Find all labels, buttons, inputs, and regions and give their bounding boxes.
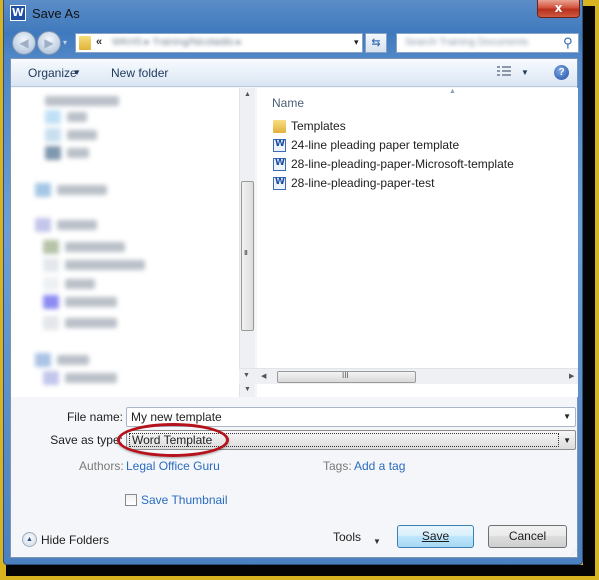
navigation-pane: ▲ III ▼	[11, 88, 255, 397]
chevron-down-icon[interactable]: ▼	[563, 436, 571, 445]
resize-grip[interactable]: ⋰	[571, 549, 577, 556]
file-name: 28-line-pleading-paper-test	[291, 176, 435, 190]
sort-ascending-icon: ▲	[449, 88, 456, 95]
help-icon[interactable]: ?	[554, 65, 569, 80]
file-name: 24-line pleading paper template	[291, 138, 460, 152]
window-shadow-right	[583, 6, 595, 576]
tags-label: Tags:	[323, 459, 352, 473]
window-title: Save As	[32, 6, 80, 21]
arrow-right-icon: ▶	[44, 36, 54, 50]
close-button[interactable]: x	[537, 0, 580, 18]
address-bar[interactable]: « WKHS ▸ Training/Nicolaidis ▸ ▾	[75, 33, 363, 53]
column-header-name[interactable]: Name	[272, 96, 304, 110]
scrollbar-grip: III	[342, 371, 349, 380]
authors-label: Authors:	[79, 459, 124, 473]
tools-button[interactable]: Tools	[333, 530, 361, 544]
scrollbar-grip: III	[244, 250, 248, 257]
file-name: Templates	[291, 119, 346, 133]
list-item[interactable]: Templates	[273, 118, 563, 137]
scroll-down-button[interactable]: ▼	[244, 386, 251, 393]
file-list-pane: ▲ Name Templates 24-line pleading paper …	[257, 88, 578, 397]
cancel-button[interactable]: Cancel	[488, 525, 567, 548]
save-button-label: Save	[421, 529, 450, 543]
search-icon[interactable]: ⚲	[563, 35, 573, 51]
view-options-dropdown[interactable]: ▼	[521, 68, 529, 77]
organize-button[interactable]: Organize	[28, 66, 77, 80]
arrow-left-icon: ◀	[19, 36, 29, 50]
word-document-icon	[273, 177, 286, 190]
folder-icon	[79, 36, 91, 50]
address-path: WKHS ▸ Training/Nicolaidis ▸	[112, 37, 242, 48]
horizontal-scrollbar[interactable]: ▼ ◀ III ▶	[239, 368, 578, 384]
file-name-dropdown[interactable]: ▼	[563, 412, 571, 421]
address-overflow-chevron[interactable]: «	[96, 36, 102, 48]
search-input[interactable]: Search Training Documents ⚲	[396, 33, 579, 53]
scrollbar-thumb[interactable]: III	[277, 371, 416, 383]
word-document-icon	[273, 158, 286, 171]
save-as-type-label: Save as type:	[50, 433, 123, 447]
command-bar: Organize ▼ New folder ▼ ?	[11, 59, 577, 87]
chevron-down-icon: ▼	[73, 68, 81, 77]
add-tag-link[interactable]: Add a tag	[354, 459, 405, 473]
save-thumbnail-label[interactable]: Save Thumbnail	[141, 493, 228, 507]
address-dropdown-button[interactable]: ▾	[354, 37, 359, 48]
view-options-icon[interactable]	[497, 66, 511, 78]
save-button[interactable]: Save	[397, 525, 474, 548]
refresh-icon: ⇆	[371, 37, 381, 49]
chevron-down-icon[interactable]: ▼	[373, 537, 381, 546]
scroll-right-button[interactable]: ▶	[569, 372, 574, 380]
forward-button[interactable]: ▶	[37, 31, 61, 55]
file-name: 28-line-pleading-paper-Microsoft-templat…	[291, 157, 514, 171]
file-name-label: File name:	[66, 410, 123, 424]
save-as-type-select[interactable]: Word Template ▼	[126, 430, 576, 450]
refresh-button[interactable]: ⇆	[365, 33, 387, 53]
hide-folders-button[interactable]: Hide Folders	[41, 533, 109, 547]
recent-locations-button[interactable]: ▾	[63, 38, 67, 47]
save-as-type-value: Word Template	[129, 433, 559, 447]
save-thumbnail-checkbox[interactable]	[125, 494, 137, 506]
folder-icon	[273, 120, 286, 133]
list-item[interactable]: 28-line-pleading-paper-Microsoft-templat…	[273, 156, 563, 175]
back-button[interactable]: ◀	[12, 31, 36, 55]
list-item[interactable]: 28-line-pleading-paper-test	[273, 175, 563, 194]
scroll-up-button[interactable]: ▲	[244, 91, 251, 98]
new-folder-button[interactable]: New folder	[111, 66, 168, 80]
navigation-pane-scrollbar[interactable]: ▲ III ▼	[239, 88, 255, 397]
file-name-value: My new template	[131, 410, 222, 424]
scrollbar-thumb[interactable]: III	[241, 181, 254, 331]
title-bar[interactable]: W Save As x	[4, 0, 582, 28]
file-name-input[interactable]: My new template ▼	[126, 407, 576, 427]
authors-value[interactable]: Legal Office Guru	[126, 459, 220, 473]
search-placeholder: Search Training Documents	[405, 37, 529, 48]
scroll-left-button[interactable]: ◀	[261, 372, 266, 380]
scroll-down-button[interactable]: ▼	[243, 372, 250, 379]
chevron-up-icon[interactable]: ▲	[22, 532, 37, 547]
save-as-dialog: W Save As x ◀ ▶ ▾ « WKHS ▸ Training/Nico…	[3, 0, 583, 565]
word-icon: W	[10, 5, 26, 21]
dialog-client-area: Organize ▼ New folder ▼ ? ▲ III ▼ ▲ Name…	[10, 58, 578, 558]
word-document-icon	[273, 139, 286, 152]
list-item[interactable]: 24-line pleading paper template	[273, 137, 563, 156]
window-shadow-bottom	[6, 565, 595, 576]
